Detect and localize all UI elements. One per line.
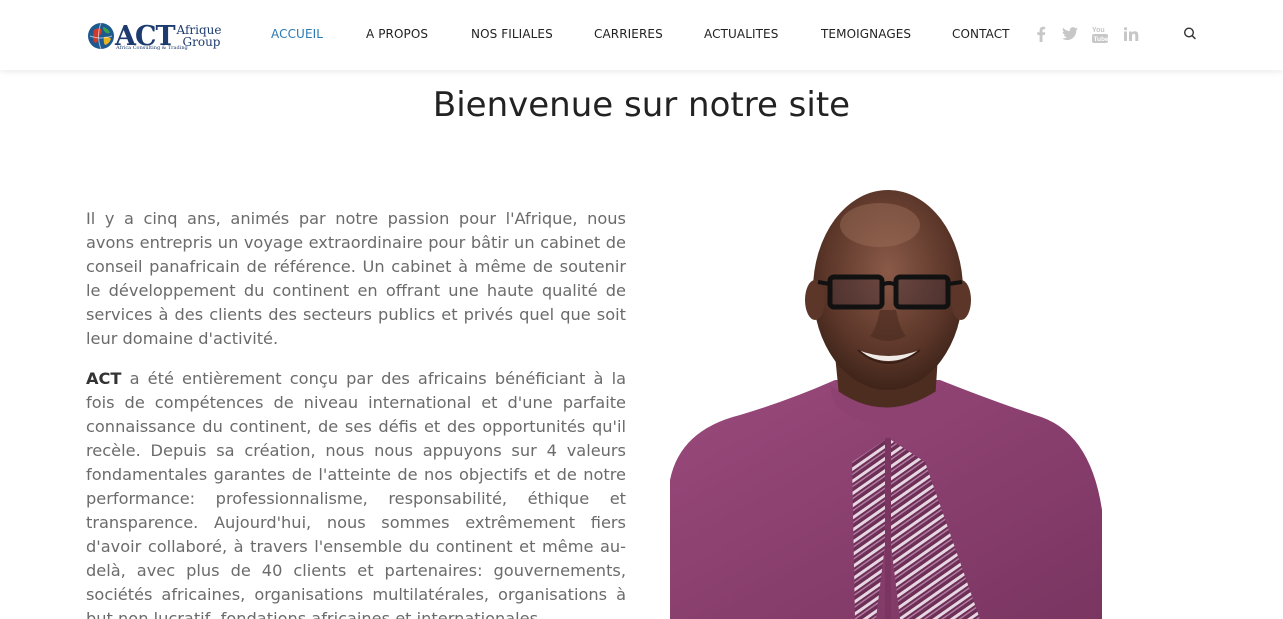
youtube-icon[interactable]: You Tube: [1090, 24, 1110, 44]
nav-item-nos-filiales[interactable]: NOS FILIALES: [471, 27, 553, 41]
intro-paragraph-2: ACT a été entièrement conçu par des afri…: [86, 369, 626, 619]
nav-item-accueil[interactable]: ACCUEIL: [271, 27, 323, 41]
page-title: Bienvenue sur notre site: [432, 85, 851, 125]
twitter-icon[interactable]: [1060, 24, 1080, 44]
site-logo[interactable]: ACT Afrique Group Africa Consulting & Tr…: [86, 18, 231, 54]
act-strong: ACT: [86, 369, 122, 388]
svg-text:You: You: [1092, 27, 1105, 34]
ceo-portrait: [670, 180, 1102, 619]
intro-paragraph-1: Il y a cinq ans, animés par notre passio…: [86, 209, 626, 348]
facebook-icon[interactable]: [1031, 24, 1051, 44]
logo-tagline: Africa Consulting & Trading: [116, 45, 188, 51]
svg-text:Tube: Tube: [1094, 36, 1109, 43]
nav-item-carrieres[interactable]: CARRIERES: [594, 27, 663, 41]
nav-item-contact[interactable]: CONTACT: [952, 27, 1010, 41]
nav-item-a-propos[interactable]: A PROPOS: [366, 27, 428, 41]
search-icon: [1183, 27, 1196, 40]
search-button[interactable]: [1180, 24, 1200, 44]
linkedin-icon[interactable]: [1121, 24, 1141, 44]
nav-item-actualites[interactable]: ACTUALITES: [704, 27, 778, 41]
site-header: ACT Afrique Group Africa Consulting & Tr…: [0, 0, 1283, 70]
logo-group-text: Group: [182, 35, 221, 49]
nav-item-temoignages[interactable]: TEMOIGNAGES: [821, 27, 911, 41]
intro-text: Il y a cinq ans, animés par notre passio…: [86, 207, 626, 619]
globe-logo-icon: [88, 22, 114, 50]
